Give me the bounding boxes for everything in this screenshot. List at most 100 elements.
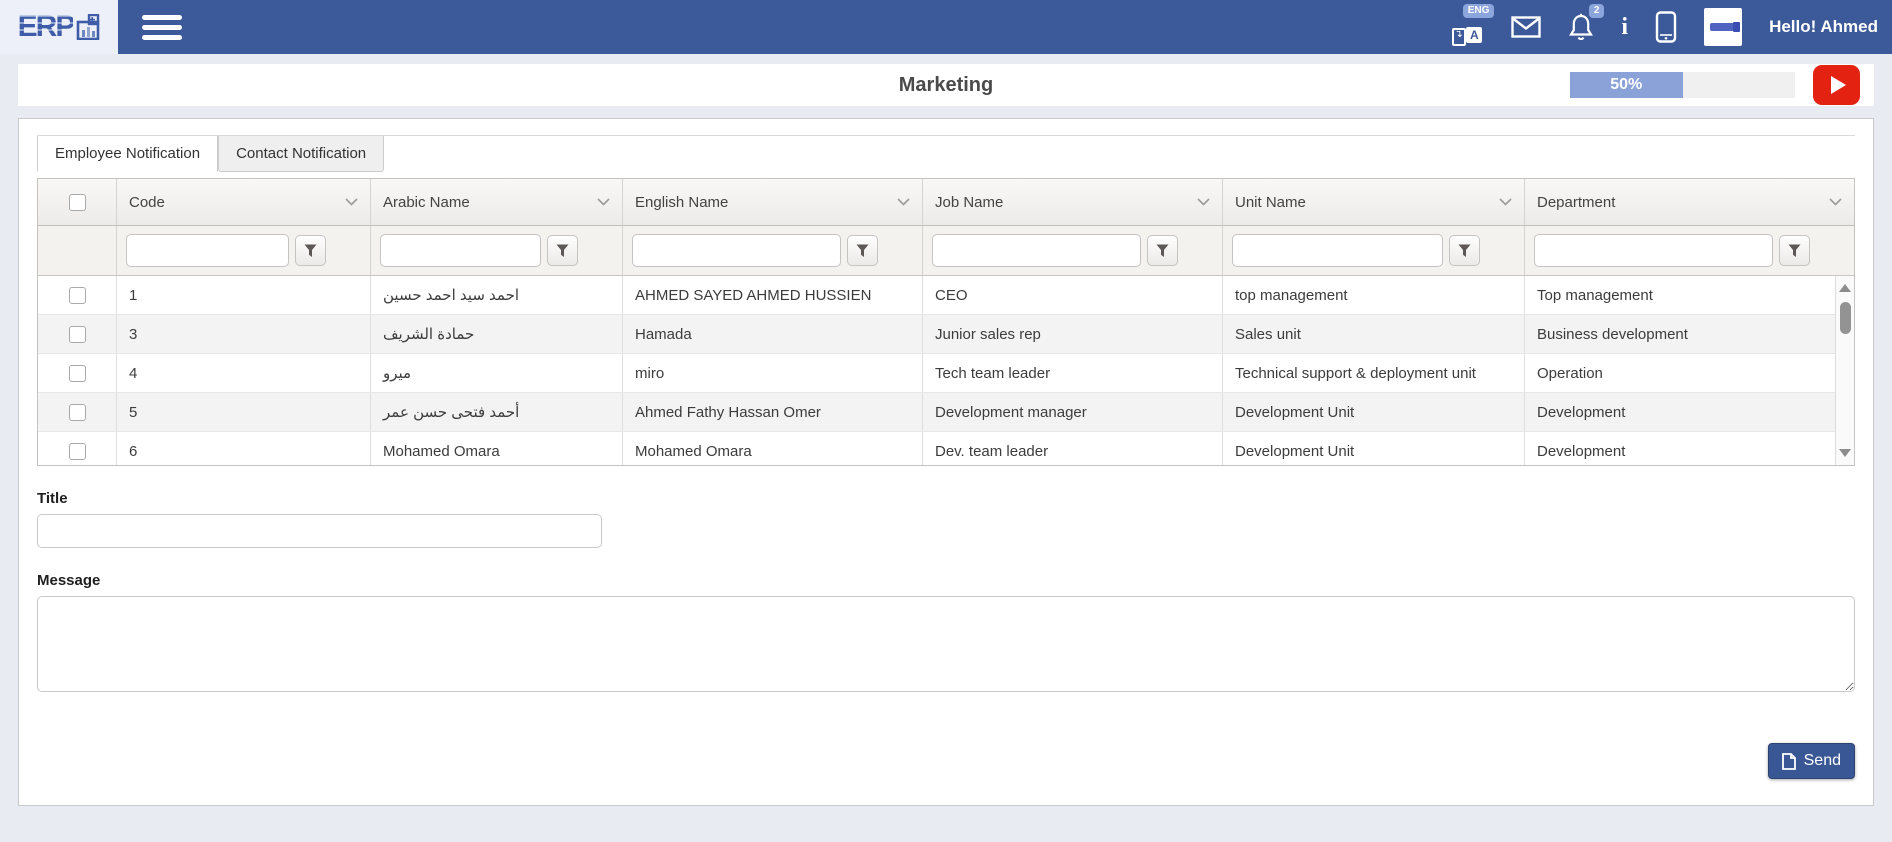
content-panel: Employee Notification Contact Notificati… — [18, 118, 1874, 806]
cell-department: Business development — [1524, 315, 1854, 353]
cell-job-name: CEO — [922, 276, 1222, 314]
filter-button-arabic-name[interactable] — [547, 235, 578, 266]
filter-input-english-name[interactable] — [632, 234, 841, 267]
column-header-job-name[interactable]: Job Name — [922, 179, 1222, 225]
page-header: Marketing 50% — [18, 64, 1874, 106]
cell-arabic-name: حمادة الشريف — [370, 315, 622, 353]
table-row[interactable]: 6 Mohamed Omara Mohamed Omara Dev. team … — [38, 432, 1854, 465]
employees-grid: Code Arabic Name English Name Job Name U… — [37, 178, 1855, 466]
user-avatar[interactable] — [1704, 8, 1742, 46]
cell-english-name: Ahmed Fathy Hassan Omer — [622, 393, 922, 431]
filter-input-arabic-name[interactable] — [380, 234, 541, 267]
translate-icon: ENG A — [1450, 13, 1484, 47]
column-header-unit-name[interactable]: Unit Name — [1222, 179, 1524, 225]
table-row[interactable]: 1 احمد سيد احمد حسين AHMED SAYED AHMED H… — [38, 276, 1854, 315]
funnel-icon — [1156, 244, 1169, 258]
app-logo[interactable]: ERP — [0, 0, 118, 54]
row-checkbox[interactable] — [69, 287, 86, 304]
chevron-down-icon[interactable] — [897, 198, 910, 206]
message-textarea[interactable] — [37, 596, 1855, 692]
select-all-checkbox[interactable] — [69, 194, 86, 211]
filter-button-unit-name[interactable] — [1449, 235, 1480, 266]
title-label: Title — [37, 490, 1855, 507]
filter-button-department[interactable] — [1779, 235, 1810, 266]
filter-input-department[interactable] — [1534, 234, 1773, 267]
grid-body: 1 احمد سيد احمد حسين AHMED SAYED AHMED H… — [38, 276, 1854, 465]
scroll-up-icon[interactable] — [1839, 284, 1851, 292]
envelope-icon — [1511, 16, 1541, 38]
language-switcher-button[interactable]: ENG A — [1450, 7, 1484, 47]
message-label: Message — [37, 572, 1855, 589]
info-button[interactable]: i — [1621, 15, 1628, 39]
cell-unit-name: Technical support & deployment unit — [1222, 354, 1524, 392]
notifications-button[interactable]: 2 — [1568, 13, 1594, 42]
chevron-down-icon[interactable] — [1197, 198, 1210, 206]
filter-button-english-name[interactable] — [847, 235, 878, 266]
chevron-down-icon[interactable] — [1829, 198, 1842, 206]
cell-code: 5 — [116, 393, 370, 431]
send-button-label: Send — [1804, 752, 1841, 770]
cell-code: 4 — [116, 354, 370, 392]
grid-scrollbar[interactable] — [1835, 276, 1854, 465]
progress-fill: 50% — [1570, 72, 1683, 98]
top-navbar: ERP ENG A — [0, 0, 1892, 54]
column-header-code[interactable]: Code — [116, 179, 370, 225]
cell-arabic-name: احمد سيد احمد حسين — [370, 276, 622, 314]
row-checkbox[interactable] — [69, 365, 86, 382]
tab-employee-notification[interactable]: Employee Notification — [37, 136, 218, 172]
funnel-icon — [1788, 244, 1801, 258]
cell-department: Development — [1524, 393, 1854, 431]
row-checkbox[interactable] — [69, 326, 86, 343]
progress-bar: 50% — [1570, 72, 1795, 98]
chevron-down-icon[interactable] — [345, 198, 358, 206]
cell-department: Top management — [1524, 276, 1854, 314]
phone-icon — [1655, 11, 1677, 43]
filter-input-code[interactable] — [126, 234, 289, 267]
row-checkbox[interactable] — [69, 404, 86, 421]
scrollbar-thumb[interactable] — [1840, 302, 1851, 334]
column-header-department[interactable]: Department — [1524, 179, 1854, 225]
grid-filter-row — [38, 226, 1854, 276]
play-icon — [1831, 76, 1846, 94]
tab-contact-notification[interactable]: Contact Notification — [218, 136, 384, 172]
cell-unit-name: top management — [1222, 276, 1524, 314]
title-input[interactable] — [37, 514, 602, 548]
cell-job-name: Junior sales rep — [922, 315, 1222, 353]
table-row[interactable]: 3 حمادة الشريف Hamada Junior sales rep S… — [38, 315, 1854, 354]
row-checkbox[interactable] — [69, 443, 86, 460]
column-header-arabic-name[interactable]: Arabic Name — [370, 179, 622, 225]
notification-count-badge: 2 — [1589, 4, 1605, 18]
filter-button-code[interactable] — [295, 235, 326, 266]
funnel-icon — [556, 244, 569, 258]
funnel-icon — [856, 244, 869, 258]
mobile-app-button[interactable] — [1655, 11, 1677, 43]
messages-button[interactable] — [1511, 16, 1541, 38]
funnel-icon — [304, 244, 317, 258]
cell-job-name: Tech team leader — [922, 354, 1222, 392]
cell-english-name: Mohamed Omara — [622, 432, 922, 465]
scroll-down-icon[interactable] — [1839, 449, 1851, 457]
building-chart-icon — [76, 14, 100, 40]
send-button[interactable]: Send — [1768, 743, 1855, 779]
company-logo — [1710, 23, 1736, 31]
cell-code: 1 — [116, 276, 370, 314]
tab-bar: Employee Notification Contact Notificati… — [37, 135, 1855, 172]
chevron-down-icon[interactable] — [597, 198, 610, 206]
column-header-english-name[interactable]: English Name — [622, 179, 922, 225]
chevron-down-icon[interactable] — [1499, 198, 1512, 206]
filter-button-job-name[interactable] — [1147, 235, 1178, 266]
cell-department: Operation — [1524, 354, 1854, 392]
cell-english-name: Hamada — [622, 315, 922, 353]
language-badge: ENG — [1463, 4, 1495, 18]
cell-job-name: Dev. team leader — [922, 432, 1222, 465]
filter-input-job-name[interactable] — [932, 234, 1141, 267]
table-row[interactable]: 5 أحمد فتحى حسن عمر Ahmed Fathy Hassan O… — [38, 393, 1854, 432]
cell-english-name: miro — [622, 354, 922, 392]
menu-toggle-button[interactable] — [142, 15, 182, 40]
cell-arabic-name: Mohamed Omara — [370, 432, 622, 465]
table-row[interactable]: 4 ميرو miro Tech team leader Technical s… — [38, 354, 1854, 393]
video-help-button[interactable] — [1813, 65, 1860, 105]
filter-input-unit-name[interactable] — [1232, 234, 1443, 267]
cell-arabic-name: أحمد فتحى حسن عمر — [370, 393, 622, 431]
cell-unit-name: Development Unit — [1222, 432, 1524, 465]
